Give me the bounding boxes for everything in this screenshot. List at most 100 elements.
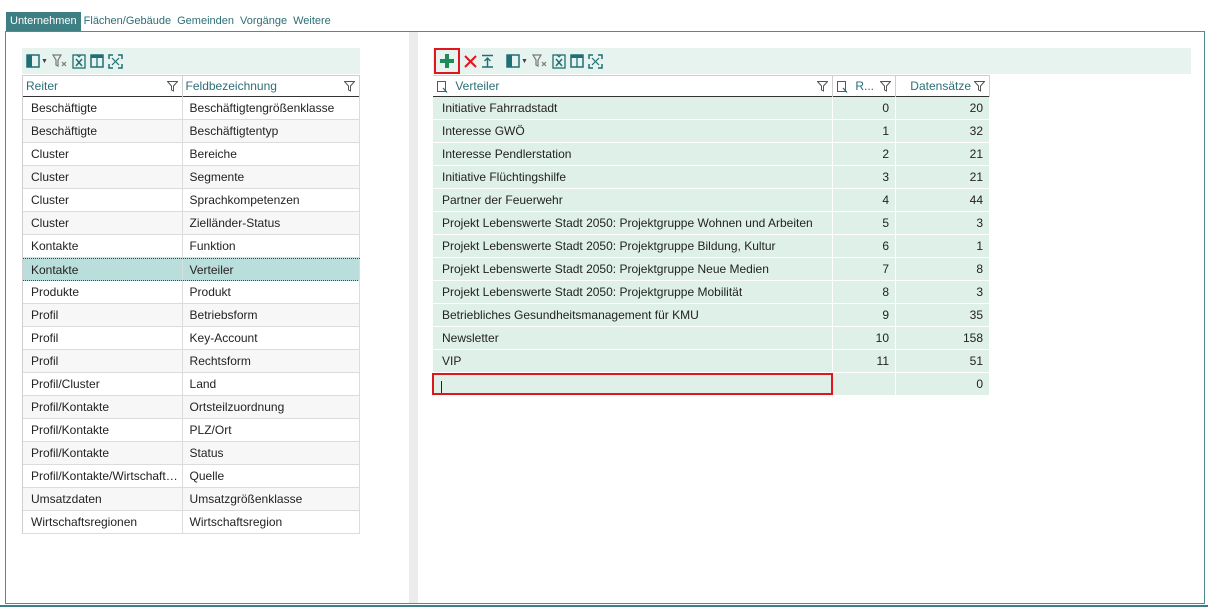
reiter-cell: Cluster bbox=[23, 143, 183, 165]
feldbezeichnung-cell: Beschäftigtengrößenklasse bbox=[183, 97, 360, 119]
table-row[interactable]: Profil/Kontakte Ortsteilzuordnung bbox=[23, 396, 360, 419]
table-row[interactable]: Profil/Kontakte Status bbox=[23, 442, 360, 465]
verteiler-cell: Partner der Feuerwehr bbox=[433, 189, 833, 211]
feldbezeichnung-cell: Wirtschaftsregion bbox=[183, 511, 360, 533]
table-row[interactable]: Betriebliches Gesundheitsmanagement für … bbox=[433, 304, 990, 327]
table-row[interactable]: Initiative Flüchtingshilfe 3 21 bbox=[433, 166, 990, 189]
table-row[interactable]: Wirtschaftsregionen Wirtschaftsregion bbox=[23, 511, 360, 534]
reiter-cell: Cluster bbox=[23, 212, 183, 234]
reiter-cell: Profil bbox=[23, 327, 183, 349]
new-row-r-cell[interactable] bbox=[833, 373, 897, 395]
table-row[interactable]: Cluster Zielländer-Status bbox=[23, 212, 360, 235]
feldbezeichnung-cell: Zielländer-Status bbox=[183, 212, 360, 234]
table-row[interactable]: Projekt Lebenswerte Stadt 2050: Projektg… bbox=[433, 212, 990, 235]
table-row[interactable]: Interesse GWÖ 1 32 bbox=[433, 120, 990, 143]
panel-splitter[interactable] bbox=[409, 32, 418, 603]
table-row[interactable]: Cluster Bereiche bbox=[23, 143, 360, 166]
filter-icon[interactable] bbox=[166, 81, 178, 92]
column-header-label: Feldbezeichnung bbox=[185, 79, 277, 93]
table-row[interactable]: Produkte Produkt bbox=[23, 281, 360, 304]
table-row[interactable]: Cluster Sprachkompetenzen bbox=[23, 189, 360, 212]
sort-button[interactable] bbox=[481, 50, 494, 72]
table-row[interactable]: Profil Rechtsform bbox=[23, 350, 360, 373]
datensaetze-cell: 158 bbox=[896, 327, 990, 349]
search-column-icon bbox=[837, 80, 848, 93]
field-grid: Reiter Feldbezeichnung Beschäftigte Besch… bbox=[22, 75, 360, 534]
filter-icon[interactable] bbox=[974, 81, 985, 92]
column-chooser-icon bbox=[26, 54, 40, 68]
verteiler-cell: Betriebliches Gesundheitsmanagement für … bbox=[433, 304, 833, 326]
column-header-verteiler[interactable]: Verteiler bbox=[433, 76, 833, 97]
reiter-cell: Profil bbox=[23, 350, 183, 372]
fit-columns-button[interactable] bbox=[588, 50, 603, 72]
datensaetze-cell: 51 bbox=[896, 350, 990, 372]
feldbezeichnung-cell: Funktion bbox=[183, 235, 360, 257]
table-row[interactable]: Interesse Pendlerstation 2 21 bbox=[433, 143, 990, 166]
table-row[interactable]: Partner der Feuerwehr 4 44 bbox=[433, 189, 990, 212]
sort-icon bbox=[482, 54, 493, 68]
table-row[interactable]: Beschäftigte Beschäftigtentyp bbox=[23, 120, 360, 143]
layout-button[interactable] bbox=[570, 50, 584, 72]
table-row[interactable]: Projekt Lebenswerte Stadt 2050: Projektg… bbox=[433, 281, 990, 304]
clear-filter-icon bbox=[531, 54, 547, 67]
new-row[interactable]: 0 bbox=[432, 373, 990, 396]
datensaetze-cell: 8 bbox=[896, 258, 990, 280]
add-button[interactable] bbox=[434, 48, 460, 74]
table-row[interactable]: Newsletter 10 158 bbox=[433, 327, 990, 350]
delete-icon bbox=[464, 54, 477, 68]
feldbezeichnung-cell: Betriebsform bbox=[183, 304, 360, 326]
table-row[interactable]: Umsatzdaten Umsatzgrößenklasse bbox=[23, 488, 360, 511]
tab-flächen-gebäude[interactable]: Flächen/Gebäude bbox=[81, 12, 174, 31]
datensaetze-cell: 3 bbox=[896, 281, 990, 303]
table-row[interactable]: VIP 11 51 bbox=[433, 350, 990, 373]
column-header-feldbezeichnung[interactable]: Feldbezeichnung bbox=[183, 76, 360, 97]
delete-button[interactable] bbox=[464, 50, 477, 72]
table-row[interactable]: Initiative Fahrradstadt 0 20 bbox=[433, 97, 990, 120]
verteiler-cell: Newsletter bbox=[433, 327, 833, 349]
clear-filter-button[interactable] bbox=[51, 50, 68, 72]
table-row[interactable]: Profil/Kontakte/Wirtschaftsr... Quelle bbox=[23, 465, 360, 488]
search-column-icon bbox=[437, 80, 448, 93]
table-row[interactable]: Beschäftigte Beschäftigtengrößenklasse bbox=[23, 97, 360, 120]
tab-weitere[interactable]: Weitere bbox=[290, 12, 334, 31]
table-row[interactable]: Kontakte Funktion bbox=[23, 235, 360, 258]
layout-button[interactable] bbox=[90, 50, 104, 72]
fit-columns-button[interactable] bbox=[108, 50, 123, 72]
column-header-datensaetze[interactable]: Datensätze bbox=[896, 76, 990, 97]
r-cell: 9 bbox=[833, 304, 896, 326]
table-row[interactable]: Profil/Cluster Land bbox=[23, 373, 360, 396]
table-row[interactable]: Projekt Lebenswerte Stadt 2050: Projektg… bbox=[433, 258, 990, 281]
feldbezeichnung-cell: PLZ/Ort bbox=[183, 419, 360, 441]
clear-filter-button[interactable] bbox=[531, 50, 548, 72]
r-cell: 6 bbox=[833, 235, 896, 257]
table-row[interactable]: Projekt Lebenswerte Stadt 2050: Projektg… bbox=[433, 235, 990, 258]
column-header-reiter[interactable]: Reiter bbox=[23, 76, 183, 97]
column-header-label: Reiter bbox=[26, 79, 59, 93]
feldbezeichnung-cell: Key-Account bbox=[183, 327, 360, 349]
tab-bar: Unternehmen Flächen/Gebäude Gemeinden Vorgä… bbox=[6, 12, 334, 31]
feldbezeichnung-cell: Umsatzgrößenklasse bbox=[183, 488, 360, 510]
feldbezeichnung-cell: Rechtsform bbox=[183, 350, 360, 372]
tab-gemeinden[interactable]: Gemeinden bbox=[174, 12, 237, 31]
r-cell: 3 bbox=[833, 166, 896, 188]
feldbezeichnung-cell: Status bbox=[183, 442, 360, 464]
filter-icon[interactable] bbox=[344, 81, 355, 92]
tab-vorgänge[interactable]: Vorgänge bbox=[237, 12, 290, 31]
filter-icon[interactable] bbox=[817, 81, 828, 92]
table-row[interactable]: Profil Key-Account bbox=[23, 327, 360, 350]
filter-icon[interactable] bbox=[880, 81, 891, 92]
table-row[interactable]: Profil/Kontakte PLZ/Ort bbox=[23, 419, 360, 442]
new-row-verteiler-input[interactable] bbox=[432, 373, 834, 395]
tab-unternehmen[interactable]: Unternehmen bbox=[6, 12, 81, 31]
column-chooser-button[interactable]: ▼ bbox=[506, 50, 528, 72]
column-header-r[interactable]: R... bbox=[833, 76, 896, 97]
excel-export-button[interactable] bbox=[72, 50, 86, 72]
table-row[interactable]: Profil Betriebsform bbox=[23, 304, 360, 327]
reiter-cell: Kontakte bbox=[23, 235, 183, 257]
column-chooser-button[interactable]: ▼ bbox=[26, 50, 48, 72]
table-row[interactable]: Cluster Segmente bbox=[23, 166, 360, 189]
datensaetze-cell: 35 bbox=[896, 304, 990, 326]
excel-export-button[interactable] bbox=[552, 50, 566, 72]
datensaetze-cell: 32 bbox=[896, 120, 990, 142]
table-row[interactable]: Kontakte Verteiler bbox=[23, 258, 360, 281]
